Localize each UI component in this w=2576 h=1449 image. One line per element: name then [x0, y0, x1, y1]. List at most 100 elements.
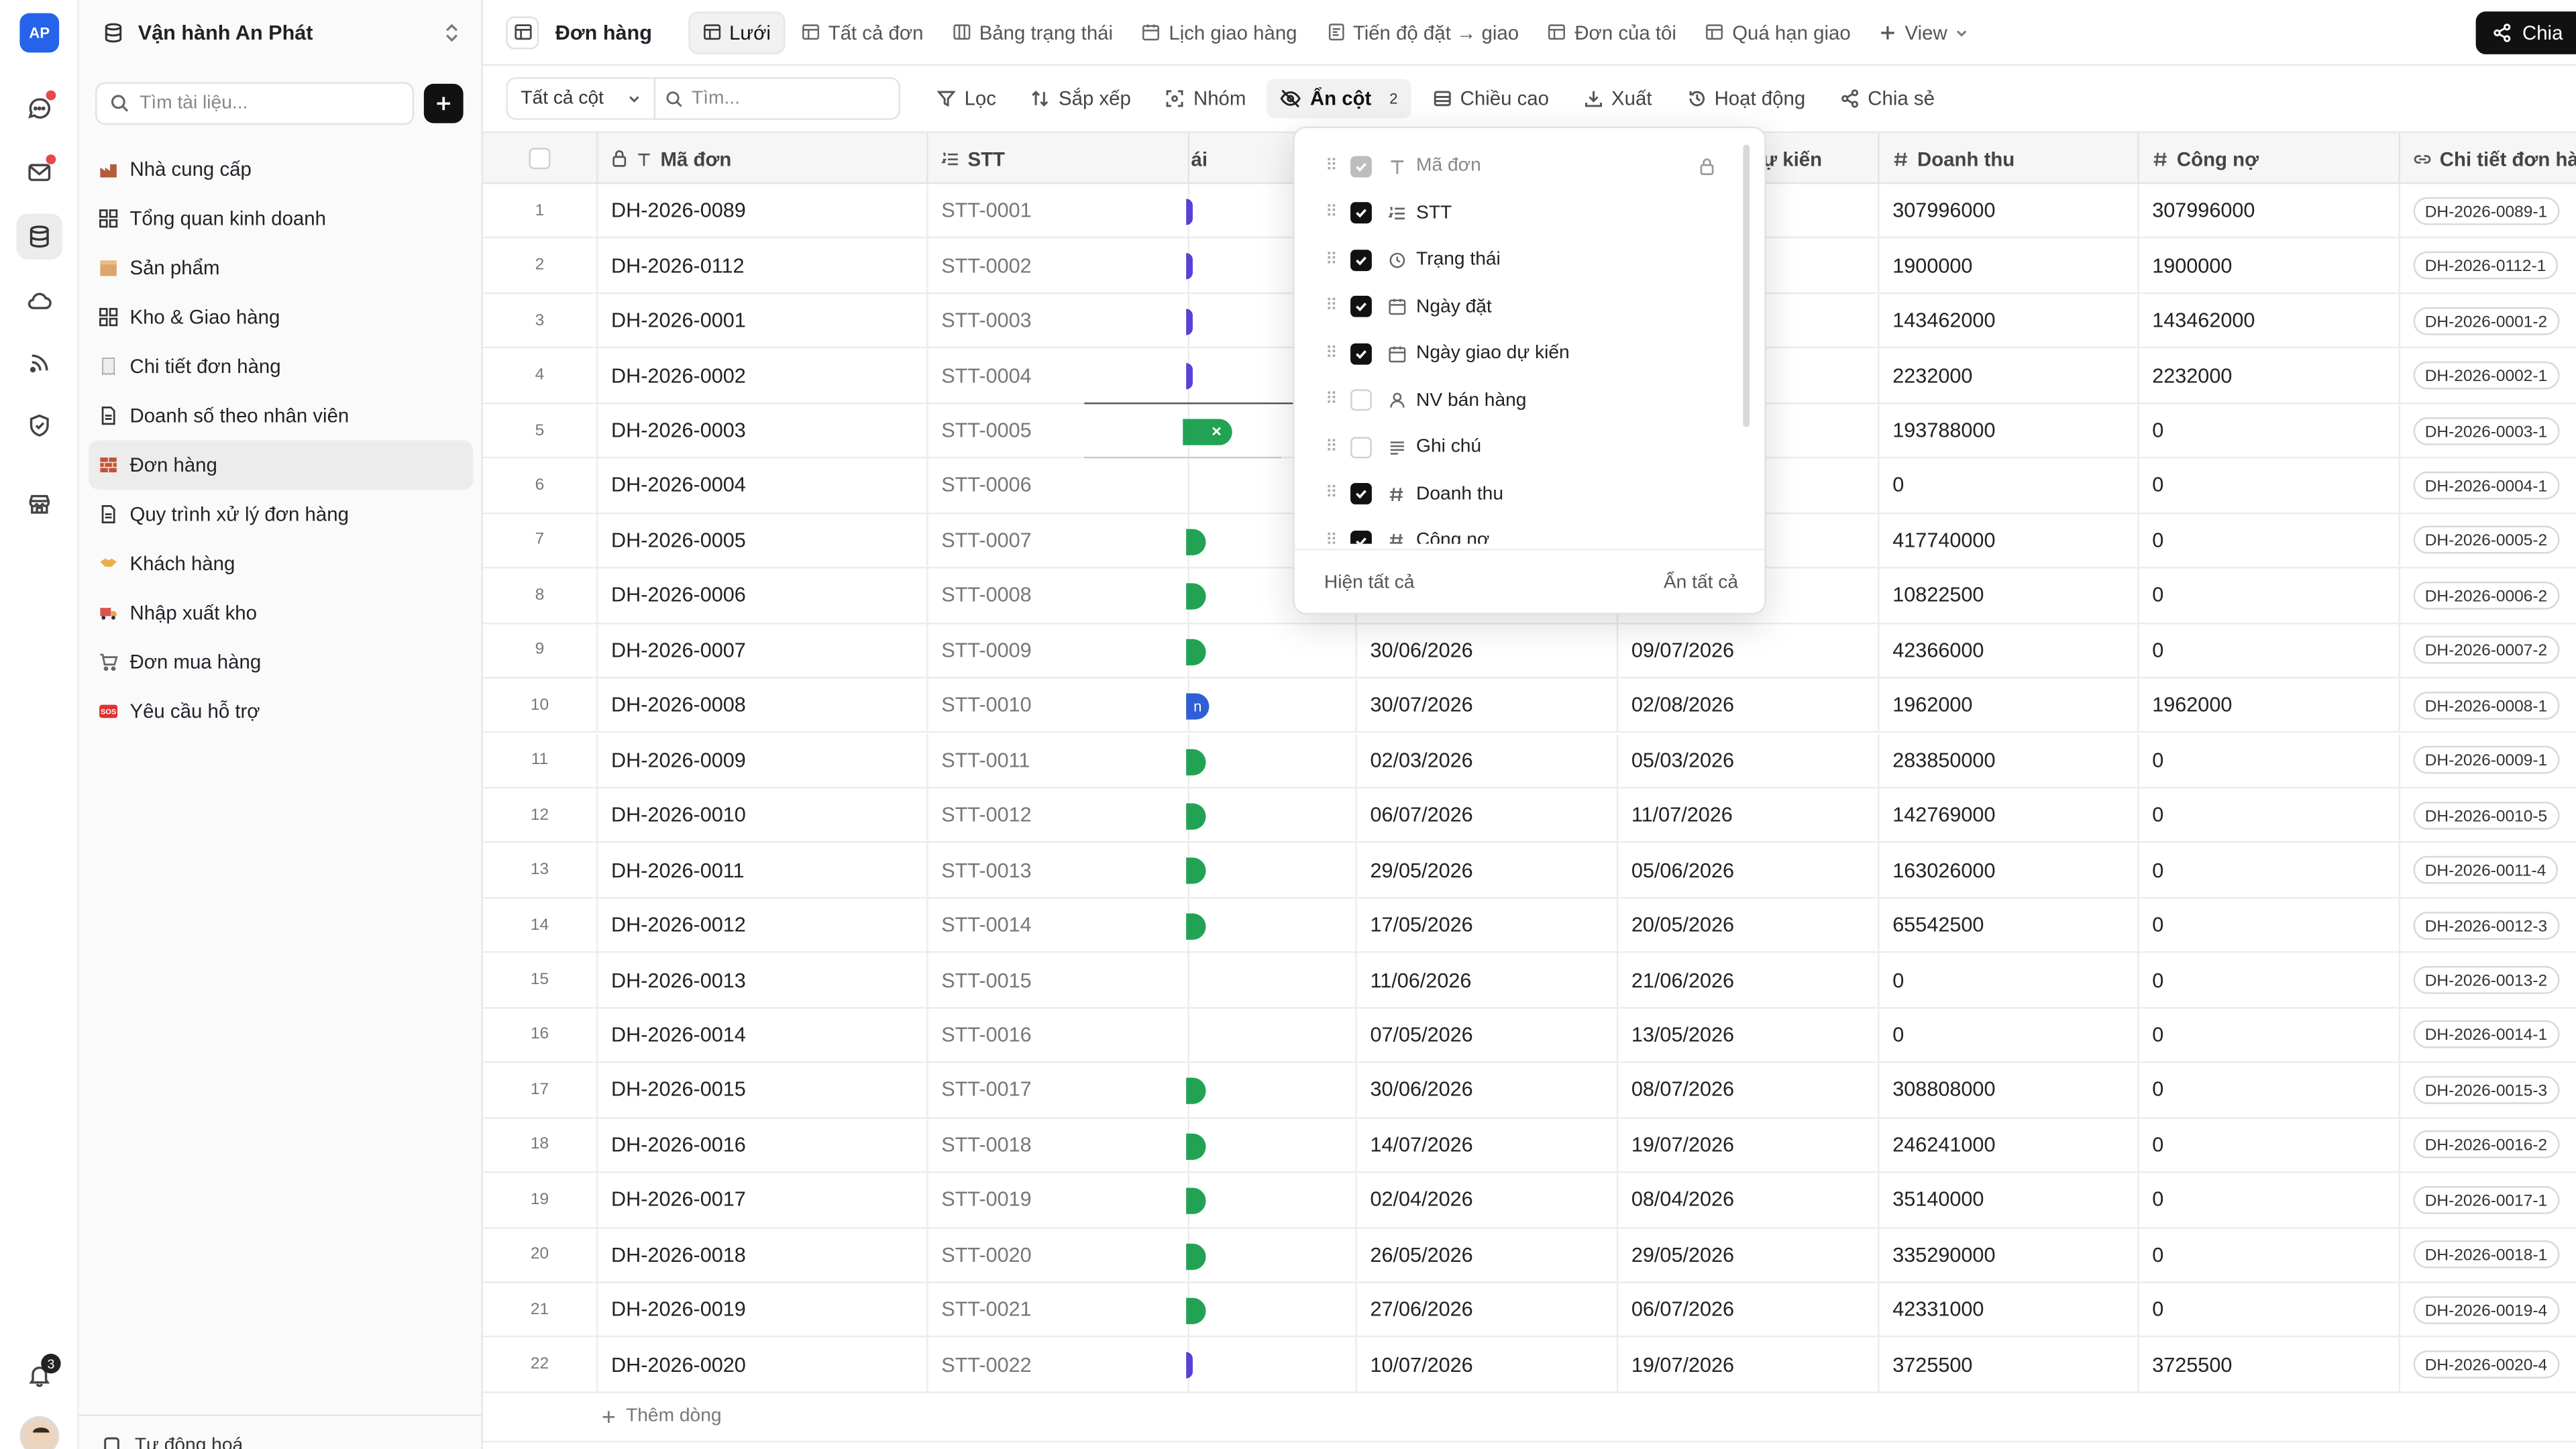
order-detail-cell[interactable]: DH-2026-0012-3: [2400, 898, 2576, 951]
store-icon[interactable]: [16, 482, 62, 528]
order-id-cell[interactable]: DH-2026-0011: [598, 843, 928, 897]
view-tab[interactable]: Đơn của tôi: [1536, 11, 1690, 54]
delivery-date-cell[interactable]: 08/07/2026: [1618, 1063, 1880, 1117]
drag-handle-icon[interactable]: ⠿: [1314, 438, 1347, 456]
order-date-cell[interactable]: 17/05/2026: [1357, 898, 1619, 952]
stt-cell[interactable]: STT-0005: [928, 403, 1190, 458]
database-icon[interactable]: [16, 213, 63, 260]
view-tab[interactable]: Lịch giao hàng: [1130, 11, 1311, 54]
status-pill[interactable]: [1186, 199, 1193, 225]
order-id-cell[interactable]: DH-2026-0019: [598, 1283, 928, 1337]
status-pill[interactable]: [1186, 1187, 1206, 1215]
order-id-cell[interactable]: DH-2026-0015: [598, 1063, 928, 1117]
share-button[interactable]: Chia: [2476, 11, 2576, 54]
revenue-cell[interactable]: 35140000: [1880, 1173, 2139, 1227]
order-detail-cell[interactable]: DH-2026-0112-1: [2400, 239, 2576, 292]
column-toggle-row[interactable]: ⠿ Ngày đặt: [1295, 283, 1738, 330]
table-row[interactable]: 17 DH-2026-0015 STT-0017 30/06/2026 08/07/20…: [483, 1063, 2576, 1118]
stt-cell[interactable]: STT-0019: [928, 1173, 1190, 1227]
row-height-button[interactable]: Chiều cao: [1419, 79, 1562, 119]
order-detail-chip[interactable]: DH-2026-0089-1: [2413, 197, 2559, 225]
order-detail-cell[interactable]: DH-2026-0002-1: [2400, 349, 2576, 402]
order-id-cell[interactable]: DH-2026-0007: [598, 623, 928, 678]
debt-cell[interactable]: 1962000: [2139, 678, 2400, 732]
export-button[interactable]: Xuất: [1570, 79, 1665, 119]
table-row[interactable]: 13 DH-2026-0011 STT-0013 29/05/2026 05/06/20…: [483, 843, 2576, 899]
revenue-cell[interactable]: 193788000: [1880, 403, 2139, 458]
header-cong-no[interactable]: Công nợ: [2139, 133, 2400, 184]
order-id-cell[interactable]: DH-2026-0014: [598, 1008, 928, 1062]
order-detail-chip[interactable]: DH-2026-0014-1: [2413, 1020, 2559, 1049]
debt-cell[interactable]: 1900000: [2139, 239, 2400, 292]
column-visibility-checkbox[interactable]: [1350, 390, 1372, 411]
drag-handle-icon[interactable]: ⠿: [1314, 204, 1347, 222]
stt-cell[interactable]: STT-0008: [928, 568, 1190, 623]
order-date-cell[interactable]: 10/07/2026: [1357, 1338, 1619, 1391]
table-row[interactable]: 18 DH-2026-0016 STT-0018 14/07/2026 19/07/20…: [483, 1118, 2576, 1173]
order-detail-chip[interactable]: DH-2026-0010-5: [2413, 801, 2559, 829]
hide-all-button[interactable]: Ẩn tất cả: [1664, 574, 1738, 593]
order-detail-cell[interactable]: DH-2026-0019-4: [2400, 1283, 2576, 1336]
order-detail-chip[interactable]: DH-2026-0013-2: [2413, 966, 2559, 994]
sidebar-footer[interactable]: Tự động hoá: [78, 1414, 484, 1449]
order-detail-chip[interactable]: DH-2026-0011-4: [2413, 856, 2558, 884]
drag-handle-icon[interactable]: ⠿: [1314, 485, 1347, 503]
sidebar-item[interactable]: SOS Yêu cầu hỗ trợ: [89, 687, 473, 736]
status-pill[interactable]: [1186, 528, 1206, 555]
drag-handle-icon[interactable]: ⠿: [1314, 298, 1347, 316]
stt-cell[interactable]: STT-0006: [928, 458, 1190, 513]
order-date-cell[interactable]: 11/06/2026: [1357, 953, 1619, 1007]
order-id-cell[interactable]: DH-2026-0013: [598, 953, 928, 1007]
drag-handle-icon[interactable]: ⠿: [1314, 345, 1347, 363]
column-visibility-checkbox[interactable]: [1350, 249, 1372, 271]
revenue-cell[interactable]: 0: [1880, 458, 2139, 513]
order-id-cell[interactable]: DH-2026-0020: [598, 1338, 928, 1391]
add-view-button[interactable]: View: [1867, 11, 1982, 54]
filter-button[interactable]: Lọc: [923, 79, 1009, 119]
drag-handle-icon[interactable]: ⠿: [1314, 157, 1347, 175]
stt-cell[interactable]: STT-0009: [928, 623, 1190, 678]
order-detail-cell[interactable]: DH-2026-0005-2: [2400, 514, 2576, 567]
order-id-cell[interactable]: DH-2026-0018: [598, 1228, 928, 1282]
revenue-cell[interactable]: 42366000: [1880, 623, 2139, 678]
sidebar-item[interactable]: Đơn mua hàng: [89, 637, 473, 686]
revenue-cell[interactable]: 10822500: [1880, 568, 2139, 623]
order-detail-chip[interactable]: DH-2026-0003-1: [2413, 416, 2559, 445]
table-row[interactable]: 11 DH-2026-0009 STT-0011 02/03/2026 05/03/20…: [483, 733, 2576, 789]
revenue-cell[interactable]: 3725500: [1880, 1338, 2139, 1391]
delivery-date-cell[interactable]: 05/06/2026: [1618, 843, 1880, 897]
revenue-cell[interactable]: 163026000: [1880, 843, 2139, 897]
revenue-cell[interactable]: 65542500: [1880, 898, 2139, 952]
order-detail-cell[interactable]: DH-2026-0011-4: [2400, 843, 2576, 896]
header-stt[interactable]: STT: [928, 133, 1190, 184]
status-cell[interactable]: [1186, 788, 1357, 842]
status-cell[interactable]: [1186, 1338, 1357, 1391]
select-all-checkbox[interactable]: [529, 148, 551, 170]
order-id-cell[interactable]: DH-2026-0001: [598, 294, 928, 347]
status-cell[interactable]: [1189, 953, 1357, 1007]
table-row[interactable]: 16 DH-2026-0014 STT-0016 07/05/2026 13/05/20…: [483, 1008, 2576, 1063]
sidebar-item[interactable]: Quy trình xử lý đơn hàng: [89, 490, 473, 539]
drag-handle-icon[interactable]: ⠿: [1314, 251, 1347, 269]
revenue-cell[interactable]: 283850000: [1880, 733, 2139, 787]
sidebar-item[interactable]: Nhà cung cấp: [89, 145, 473, 194]
stt-cell[interactable]: STT-0012: [928, 788, 1190, 842]
order-date-cell[interactable]: 06/07/2026: [1357, 788, 1619, 842]
delivery-date-cell[interactable]: 08/04/2026: [1618, 1173, 1880, 1227]
order-id-cell[interactable]: DH-2026-0004: [598, 458, 928, 513]
order-detail-chip[interactable]: DH-2026-0018-1: [2413, 1240, 2559, 1269]
order-detail-chip[interactable]: DH-2026-0015-3: [2413, 1075, 2559, 1104]
revenue-cell[interactable]: 1962000: [1880, 678, 2139, 732]
rss-icon[interactable]: [16, 340, 62, 386]
order-date-cell[interactable]: 26/05/2026: [1357, 1228, 1619, 1282]
delivery-date-cell[interactable]: 20/05/2026: [1618, 898, 1880, 952]
activity-button[interactable]: Hoạt động: [1673, 79, 1818, 119]
status-pill[interactable]: [1186, 1132, 1206, 1160]
revenue-cell[interactable]: 335290000: [1880, 1228, 2139, 1282]
order-date-cell[interactable]: 30/06/2026: [1357, 1063, 1619, 1117]
table-row[interactable]: 15 DH-2026-0013 STT-0015 11/06/2026 21/06/20…: [483, 953, 2576, 1009]
debt-cell[interactable]: 307996000: [2139, 184, 2400, 237]
sidebar-item[interactable]: Chi tiết đơn hàng: [89, 341, 473, 390]
status-cell[interactable]: [1189, 1008, 1357, 1062]
status-pill[interactable]: [1186, 858, 1206, 885]
